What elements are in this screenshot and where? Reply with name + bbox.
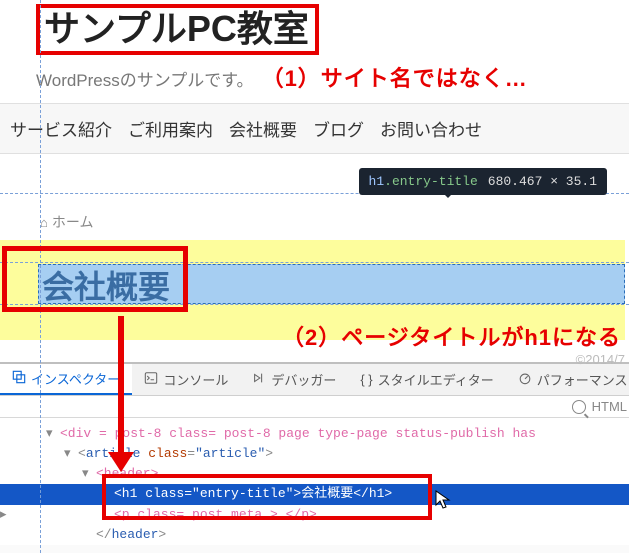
tooltip-class: .entry-title (384, 174, 478, 189)
dom-row[interactable]: ▾ <article class="article"> (0, 444, 629, 464)
tab-label: インスペクター (31, 369, 120, 388)
tab-label: スタイルエディター (378, 370, 494, 389)
debugger-icon (252, 371, 266, 388)
inspector-icon (12, 370, 26, 387)
nav-item[interactable]: 会社概要 (229, 116, 297, 141)
annotation-box-title (2, 246, 188, 312)
tab-label: パフォーマンス (537, 370, 628, 389)
search-placeholder: HTML (592, 399, 629, 414)
breadcrumb-home[interactable]: ホーム (52, 212, 94, 232)
tab-console[interactable]: コンソール (132, 364, 240, 395)
devtools-search-row: HTML (0, 396, 629, 418)
annotation-2: （2）ページタイトルがh1になる (282, 320, 621, 352)
tab-label: デバッガー (271, 370, 336, 389)
console-icon (144, 371, 158, 388)
tab-inspector[interactable]: インスペクター (0, 364, 132, 395)
nav-item[interactable]: ブログ (313, 116, 364, 141)
search-icon (572, 400, 586, 414)
site-tagline: WordPressのサンプルです。 (36, 66, 254, 91)
global-nav: サービス紹介 ご利用案内 会社概要 ブログ お問い合わせ (0, 103, 629, 154)
tab-label: コンソール (163, 370, 228, 389)
annotation-1: （1）サイト名ではなく… (262, 61, 528, 93)
site-title: サンプルPC教室 (36, 4, 319, 55)
devtools-tabs: インスペクター コンソール デバッガー { } スタイルエディター パフォーマン… (0, 364, 629, 396)
date-hint: ©2014/7 (576, 352, 625, 367)
nav-item[interactable]: ご利用案内 (128, 116, 213, 141)
tab-style-editor[interactable]: { } スタイルエディター (348, 364, 505, 395)
dom-row[interactable]: </header> (0, 525, 629, 545)
dom-row[interactable]: ▾ <div = post-8 class= post-8 page type-… (0, 424, 629, 444)
tab-debugger[interactable]: デバッガー (240, 364, 348, 395)
nav-item[interactable]: サービス紹介 (10, 116, 112, 141)
annotation-arrow (114, 316, 128, 476)
tooltip-tag: h1 (369, 174, 385, 189)
mouse-cursor-icon (435, 490, 451, 513)
tooltip-dimensions: 680.467 × 35.1 (488, 174, 597, 189)
inspector-tooltip: h1.entry-title 680.467 × 35.1 (359, 168, 607, 195)
performance-icon (518, 371, 532, 388)
annotation-box-code (102, 474, 432, 520)
sample-page: サンプルPC教室 WordPressのサンプルです。 （1）サイト名ではなく… … (0, 0, 629, 370)
tab-performance[interactable]: パフォーマンス (506, 364, 629, 395)
nav-item[interactable]: お問い合わせ (380, 116, 482, 141)
devtools-panel: インスペクター コンソール デバッガー { } スタイルエディター パフォーマン… (0, 362, 629, 553)
home-icon: ⌂ (40, 215, 48, 230)
style-icon: { } (360, 372, 372, 387)
devtools-search[interactable]: HTML (572, 399, 629, 414)
